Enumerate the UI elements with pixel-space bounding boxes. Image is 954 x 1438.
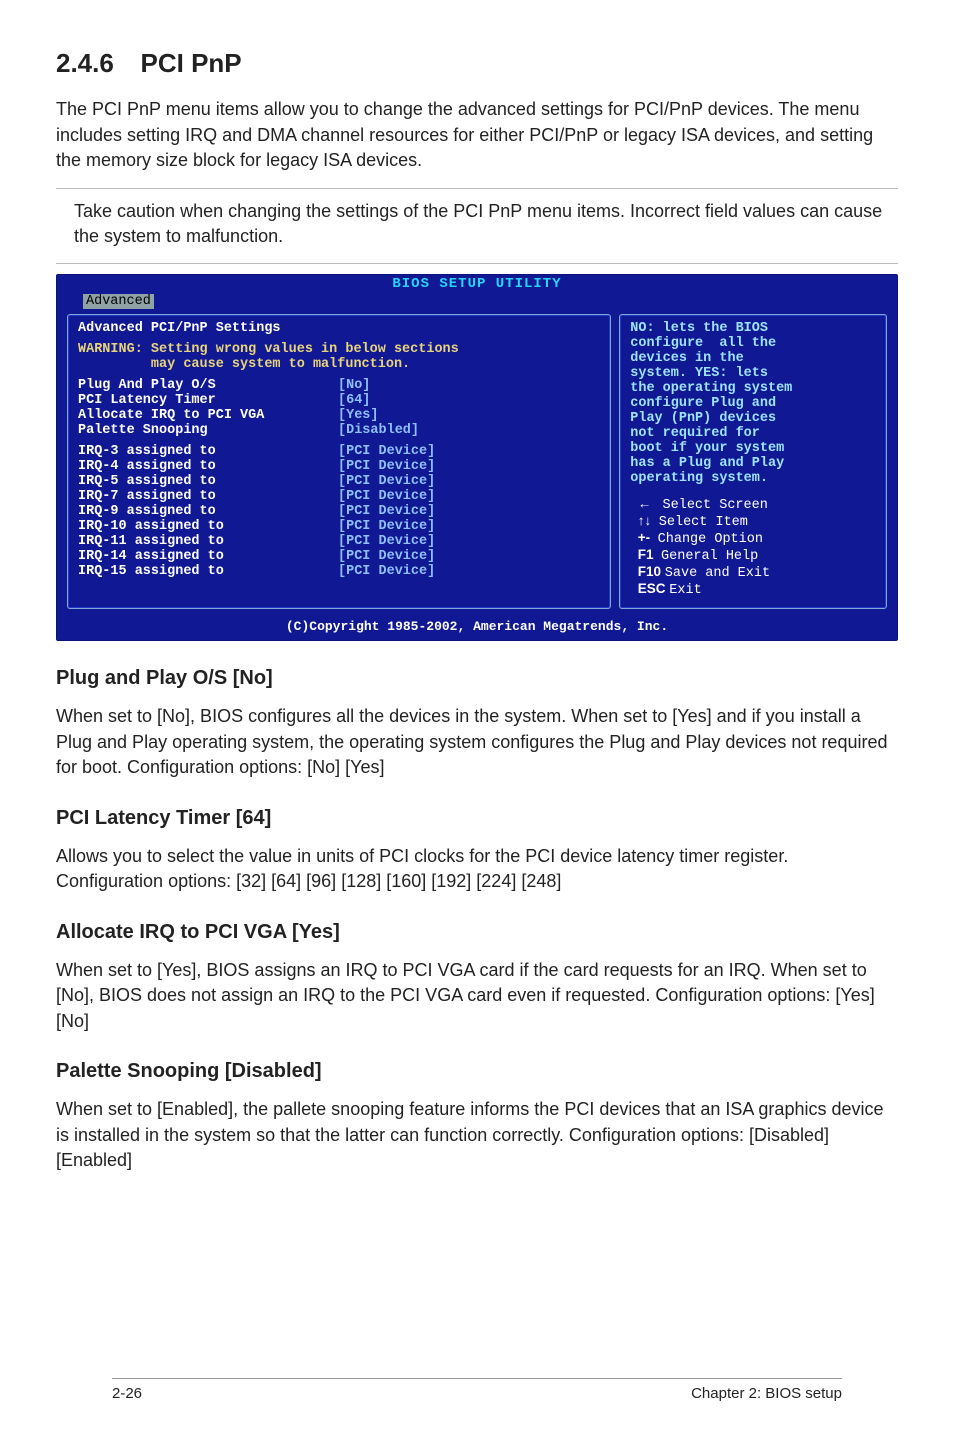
caution-text: Take caution when changing the settings …: [74, 197, 898, 249]
bios-help-line: NO: lets the BIOS: [630, 321, 876, 336]
bios-irq-value: [PCI Device]: [338, 474, 435, 489]
bios-help-pane: NO: lets the BIOSconfigure all thedevice…: [619, 314, 887, 609]
section-number: 2.4.6: [56, 48, 114, 78]
subsection-body: When set to [Enabled], the pallete snoop…: [56, 1097, 898, 1174]
bios-key-symbol: F10: [630, 564, 665, 579]
bios-irq-value: [PCI Device]: [338, 459, 435, 474]
bios-setting-row: Plug And Play O/S[No]: [78, 378, 600, 393]
bios-key-hint: ← Select Screen: [630, 496, 876, 513]
bios-warning-line2: may cause system to malfunction.: [78, 357, 600, 372]
bios-key-desc: Select Screen: [663, 498, 768, 513]
bios-key-desc: Exit: [669, 583, 701, 598]
bios-help-line: system. YES: lets: [630, 366, 876, 381]
bios-irq-value: [PCI Device]: [338, 519, 435, 534]
bios-help-line: operating system.: [630, 471, 876, 486]
bios-irq-value: [PCI Device]: [338, 549, 435, 564]
bios-help-line: configure all the: [630, 336, 876, 351]
bios-irq-label: IRQ-7 assigned to: [78, 489, 338, 504]
bios-tabs: Advanced: [57, 293, 897, 314]
bios-left-header: Advanced PCI/PnP Settings: [78, 321, 600, 336]
bios-irq-row: IRQ-3 assigned to[PCI Device]: [78, 444, 600, 459]
page-footer: 2-26 Chapter 2: BIOS setup: [112, 1378, 842, 1402]
bios-key-hint: F1 General Help: [630, 547, 876, 564]
bios-setting-label: Palette Snooping: [78, 423, 338, 438]
bios-setting-row: PCI Latency Timer[64]: [78, 393, 600, 408]
bios-help-line: devices in the: [630, 351, 876, 366]
caution-callout: Take caution when changing the settings …: [56, 197, 898, 249]
bios-irq-label: IRQ-5 assigned to: [78, 474, 338, 489]
bios-irq-row: IRQ-10 assigned to[PCI Device]: [78, 519, 600, 534]
section-heading: 2.4.6 PCI PnP: [56, 48, 898, 79]
bios-setting-value: [64]: [338, 393, 370, 408]
bios-irq-row: IRQ-5 assigned to[PCI Device]: [78, 474, 600, 489]
section-title: PCI PnP: [141, 48, 242, 78]
bios-left-pane: Advanced PCI/PnP Settings WARNING: Setti…: [67, 314, 611, 609]
bios-setting-label: Allocate IRQ to PCI VGA: [78, 408, 338, 423]
bios-irq-row: IRQ-7 assigned to[PCI Device]: [78, 489, 600, 504]
bios-setting-value: [Disabled]: [338, 423, 419, 438]
page-number: 2-26: [112, 1385, 142, 1402]
subsection-body: When set to [Yes], BIOS assigns an IRQ t…: [56, 958, 898, 1035]
bios-tab-advanced: Advanced: [83, 294, 154, 309]
chapter-label: Chapter 2: BIOS setup: [691, 1385, 842, 1402]
bios-help-line: not required for: [630, 426, 876, 441]
bios-irq-value: [PCI Device]: [338, 504, 435, 519]
bios-irq-value: [PCI Device]: [338, 564, 435, 579]
bios-help-line: Play (PnP) devices: [630, 411, 876, 426]
bios-key-hint: F10 Save and Exit: [630, 564, 876, 581]
bios-help-line: the operating system: [630, 381, 876, 396]
bios-setting-value: [Yes]: [338, 408, 379, 423]
bios-screenshot: BIOS SETUP UTILITY Advanced Advanced PCI…: [56, 274, 898, 641]
bios-setting-label: PCI Latency Timer: [78, 393, 338, 408]
bios-irq-row: IRQ-9 assigned to[PCI Device]: [78, 504, 600, 519]
bios-irq-row: IRQ-15 assigned to[PCI Device]: [78, 564, 600, 579]
bios-irq-label: IRQ-15 assigned to: [78, 564, 338, 579]
bios-irq-label: IRQ-14 assigned to: [78, 549, 338, 564]
bios-key-desc: Save and Exit: [665, 566, 770, 581]
bios-key-desc: Change Option: [658, 532, 763, 547]
divider: [56, 188, 898, 189]
bios-irq-label: IRQ-3 assigned to: [78, 444, 338, 459]
bios-irq-label: IRQ-4 assigned to: [78, 459, 338, 474]
bios-irq-row: IRQ-14 assigned to[PCI Device]: [78, 549, 600, 564]
bios-title: BIOS SETUP UTILITY: [57, 275, 897, 293]
bios-key-hint: ESC Exit: [630, 581, 876, 598]
divider: [56, 263, 898, 264]
intro-paragraph: The PCI PnP menu items allow you to chan…: [56, 97, 898, 174]
bios-irq-label: IRQ-10 assigned to: [78, 519, 338, 534]
subsection-heading: Allocate IRQ to PCI VGA [Yes]: [56, 921, 898, 944]
bios-key-symbol: ↑↓: [630, 513, 659, 528]
bios-irq-label: IRQ-11 assigned to: [78, 534, 338, 549]
bios-setting-row: Allocate IRQ to PCI VGA[Yes]: [78, 408, 600, 423]
bios-irq-value: [PCI Device]: [338, 444, 435, 459]
bios-key-symbol: +-: [630, 530, 657, 545]
page: 2.4.6 PCI PnP The PCI PnP menu items all…: [56, 48, 898, 1428]
bios-irq-label: IRQ-9 assigned to: [78, 504, 338, 519]
bios-key-symbol: ESC: [630, 581, 669, 596]
bios-key-desc: Select Item: [659, 515, 748, 530]
bios-warning-line1: WARNING: Setting wrong values in below s…: [78, 342, 600, 357]
bios-help-line: has a Plug and Play: [630, 456, 876, 471]
bios-irq-row: IRQ-11 assigned to[PCI Device]: [78, 534, 600, 549]
subsection-heading: Plug and Play O/S [No]: [56, 667, 898, 690]
bios-setting-label: Plug And Play O/S: [78, 378, 338, 393]
bios-setting-row: Palette Snooping[Disabled]: [78, 423, 600, 438]
bios-copyright: (C)Copyright 1985-2002, American Megatre…: [57, 617, 897, 640]
bios-key-symbol: ←: [630, 496, 662, 511]
bios-key-hint: +- Change Option: [630, 530, 876, 547]
subsection-heading: PCI Latency Timer [64]: [56, 807, 898, 830]
subsection-body: Allows you to select the value in units …: [56, 844, 898, 895]
bios-key-hint: ↑↓ Select Item: [630, 513, 876, 530]
bios-key-desc: General Help: [661, 549, 758, 564]
bios-help-line: boot if your system: [630, 441, 876, 456]
bios-irq-row: IRQ-4 assigned to[PCI Device]: [78, 459, 600, 474]
bios-key-symbol: F1: [630, 547, 661, 562]
subsection-body: When set to [No], BIOS configures all th…: [56, 704, 898, 781]
bios-irq-value: [PCI Device]: [338, 534, 435, 549]
subsection-heading: Palette Snooping [Disabled]: [56, 1060, 898, 1083]
bios-setting-value: [No]: [338, 378, 370, 393]
bios-help-line: configure Plug and: [630, 396, 876, 411]
bios-irq-value: [PCI Device]: [338, 489, 435, 504]
